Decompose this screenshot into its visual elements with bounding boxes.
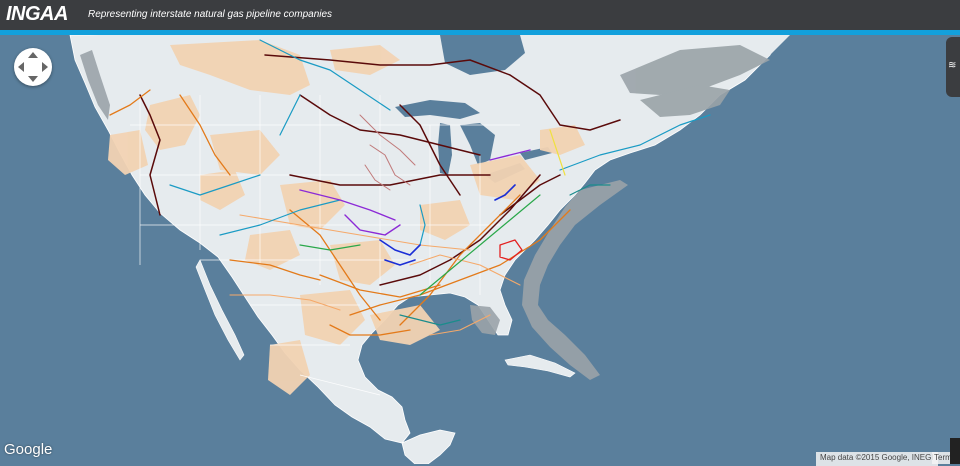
pan-right-icon[interactable] xyxy=(42,62,48,72)
terms-link[interactable]: Terms xyxy=(932,452,950,464)
central-america-land xyxy=(401,429,456,464)
ingaa-logo[interactable]: INGAA xyxy=(6,3,68,26)
pipeline-map[interactable] xyxy=(0,35,960,464)
layers-icon: ≋ xyxy=(948,60,957,71)
pan-down-icon[interactable] xyxy=(28,76,38,82)
map-pan-control[interactable] xyxy=(14,48,52,86)
header-tagline: Representing interstate natural gas pipe… xyxy=(88,9,333,20)
map-corner-button[interactable] xyxy=(950,438,960,464)
map-canvas[interactable] xyxy=(0,35,960,464)
pan-up-icon[interactable] xyxy=(28,52,38,58)
layers-panel-toggle[interactable]: ≋ xyxy=(946,37,960,97)
app-header: INGAA Representing interstate natural ga… xyxy=(0,0,960,30)
pan-left-icon[interactable] xyxy=(18,62,24,72)
google-logo[interactable]: Google xyxy=(4,441,52,458)
